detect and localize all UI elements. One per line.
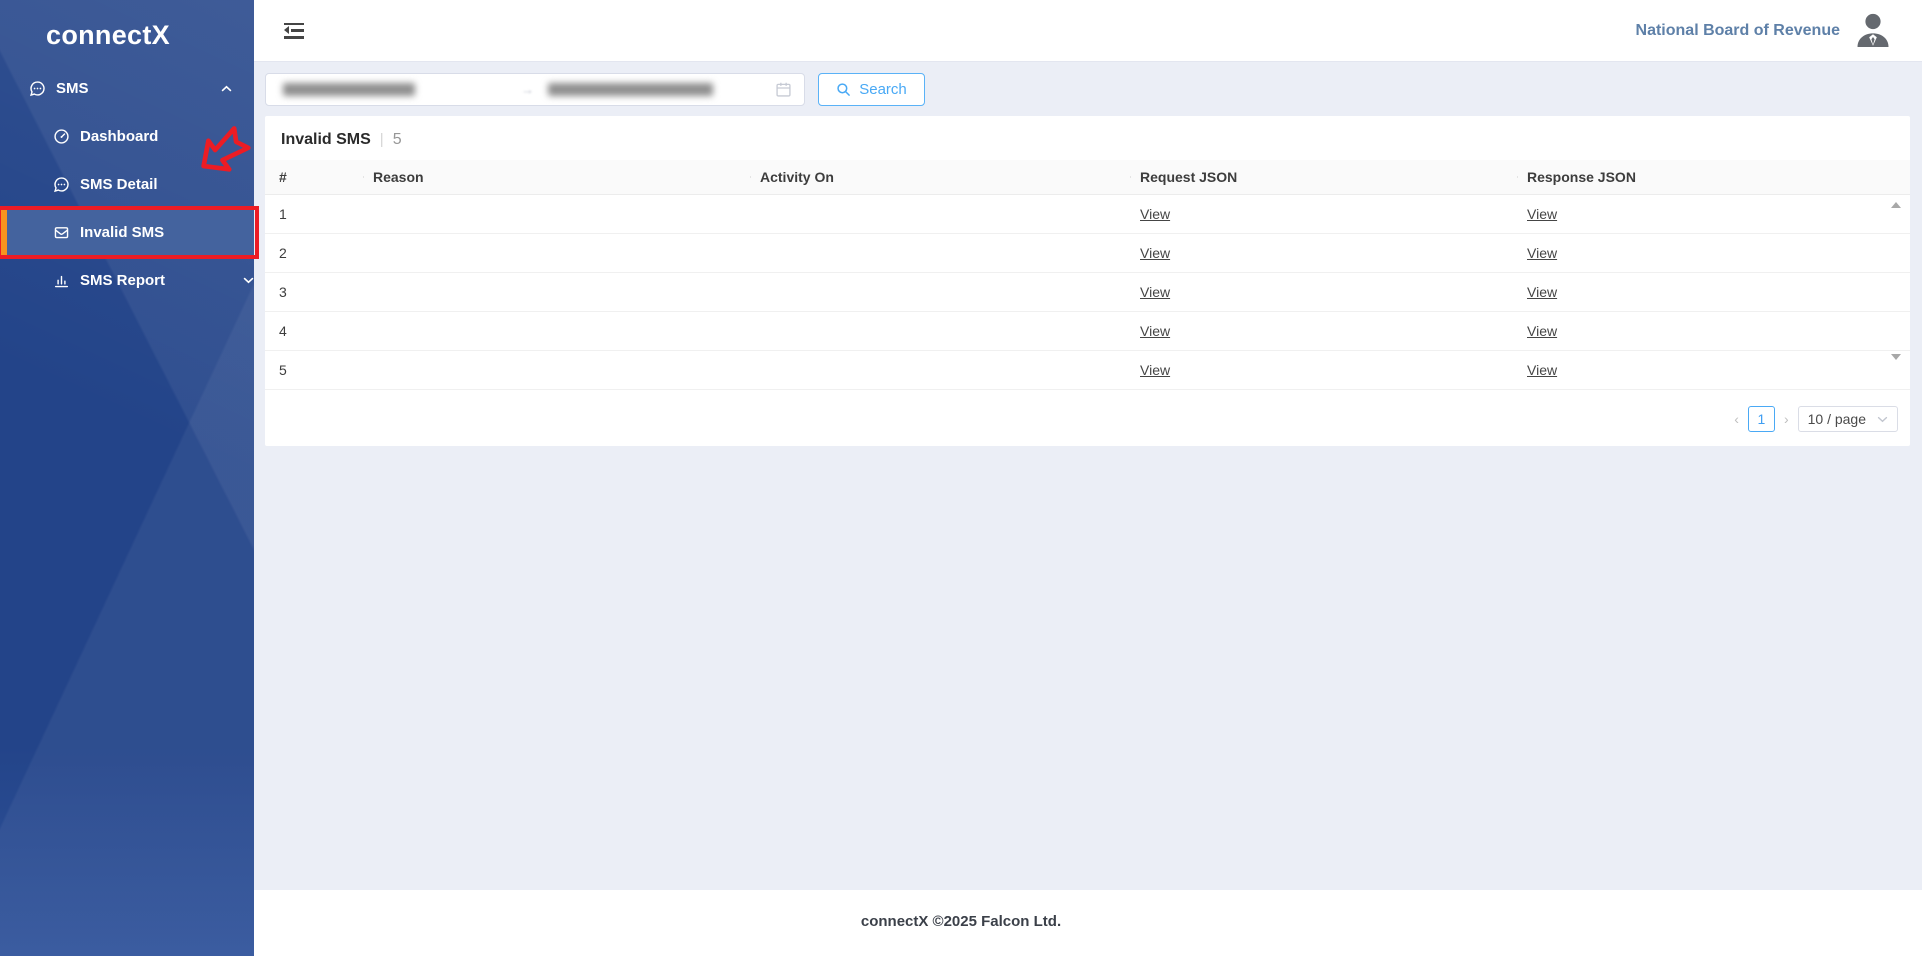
row-index: 5	[265, 362, 363, 378]
response-json-view-link[interactable]: View	[1527, 206, 1557, 222]
column-header-activity-on: Activity On	[750, 169, 1130, 185]
table-row: 1 View View	[265, 195, 1910, 234]
user-avatar[interactable]	[1854, 11, 1892, 51]
sidebar-item-label: SMS Report	[80, 272, 165, 289]
chat-bubble-icon	[53, 176, 70, 193]
sidebar-item-sms-detail[interactable]: SMS Detail	[0, 160, 254, 208]
column-header-index: #	[265, 169, 363, 185]
header: National Board of Revenue	[254, 0, 1922, 62]
bar-chart-icon	[53, 272, 70, 289]
pagination-prev-icon[interactable]: ‹	[1734, 412, 1739, 426]
footer-text: connectX ©2025 Falcon Ltd.	[0, 913, 1922, 930]
calendar-icon	[775, 81, 792, 98]
request-json-view-link[interactable]: View	[1140, 206, 1170, 222]
sidebar: connectX SMS	[0, 0, 254, 956]
response-json-view-link[interactable]: View	[1527, 323, 1557, 339]
title-divider: |	[380, 131, 384, 148]
page-size-select[interactable]: 10 / page	[1798, 406, 1898, 432]
request-json-view-link[interactable]: View	[1140, 284, 1170, 300]
row-index: 3	[265, 284, 363, 300]
request-json-view-link[interactable]: View	[1140, 245, 1170, 261]
header-right: National Board of Revenue	[1636, 11, 1892, 51]
column-header-request-json: Request JSON	[1130, 169, 1517, 185]
sidebar-item-invalid-sms[interactable]: Invalid SMS	[0, 208, 254, 256]
dashboard-gauge-icon	[53, 128, 70, 145]
record-count: 5	[393, 131, 402, 149]
pagination-page-1[interactable]: 1	[1748, 406, 1775, 432]
app-logo: connectX	[0, 0, 254, 51]
card-title: Invalid SMS | 5	[265, 116, 1910, 160]
range-arrow-icon: →	[521, 82, 534, 97]
scrollbar-down-arrow[interactable]	[1891, 354, 1901, 360]
pagination-next-icon[interactable]: ›	[1784, 412, 1789, 426]
end-date-redacted	[548, 83, 713, 96]
column-header-reason: Reason	[363, 169, 750, 185]
page-title: Invalid SMS	[281, 131, 371, 149]
chevron-down-icon	[243, 277, 254, 284]
menu-fold-icon[interactable]	[284, 23, 304, 39]
search-button[interactable]: Search	[818, 73, 925, 106]
chevron-up-icon	[221, 85, 232, 92]
request-json-view-link[interactable]: View	[1140, 362, 1170, 378]
sidebar-item-label: SMS	[56, 80, 89, 97]
chat-bubble-icon	[29, 80, 46, 97]
response-json-view-link[interactable]: View	[1527, 245, 1557, 261]
chevron-down-icon	[1877, 416, 1888, 423]
scrollbar-up-arrow[interactable]	[1891, 202, 1901, 208]
sidebar-item-label: SMS Detail	[80, 176, 158, 193]
table-row: 3 View View	[265, 273, 1910, 312]
pagination: ‹ 1 › 10 / page	[1734, 406, 1898, 432]
table-row: 2 View View	[265, 234, 1910, 273]
sidebar-item-sms[interactable]: SMS	[0, 64, 254, 112]
search-icon	[836, 82, 851, 97]
mail-icon	[53, 224, 70, 241]
row-index: 2	[265, 245, 363, 261]
column-header-response-json: Response JSON	[1517, 169, 1910, 185]
table-header-row: # Reason Activity On Request JSON Respon…	[265, 160, 1910, 195]
table-row: 5 View View	[265, 351, 1910, 390]
response-json-view-link[interactable]: View	[1527, 284, 1557, 300]
sidebar-nav: SMS Dashboard	[0, 64, 254, 304]
sidebar-item-dashboard[interactable]: Dashboard	[0, 112, 254, 160]
sidebar-item-label: Dashboard	[80, 128, 158, 145]
response-json-view-link[interactable]: View	[1527, 362, 1557, 378]
page: connectX SMS	[0, 0, 1922, 956]
page-size-value: 10 / page	[1808, 411, 1866, 427]
date-range-input[interactable]: →	[265, 73, 805, 106]
invalid-sms-card: Invalid SMS | 5 # Reason Activity On Req…	[265, 116, 1910, 446]
table-row: 4 View View	[265, 312, 1910, 351]
org-name: National Board of Revenue	[1636, 22, 1840, 40]
search-toolbar: → Search	[265, 73, 925, 106]
row-index: 4	[265, 323, 363, 339]
request-json-view-link[interactable]: View	[1140, 323, 1170, 339]
search-button-label: Search	[859, 81, 907, 98]
sidebar-item-label: Invalid SMS	[80, 224, 164, 241]
row-index: 1	[265, 206, 363, 222]
start-date-redacted	[283, 83, 415, 96]
sidebar-item-sms-report[interactable]: SMS Report	[0, 256, 254, 304]
